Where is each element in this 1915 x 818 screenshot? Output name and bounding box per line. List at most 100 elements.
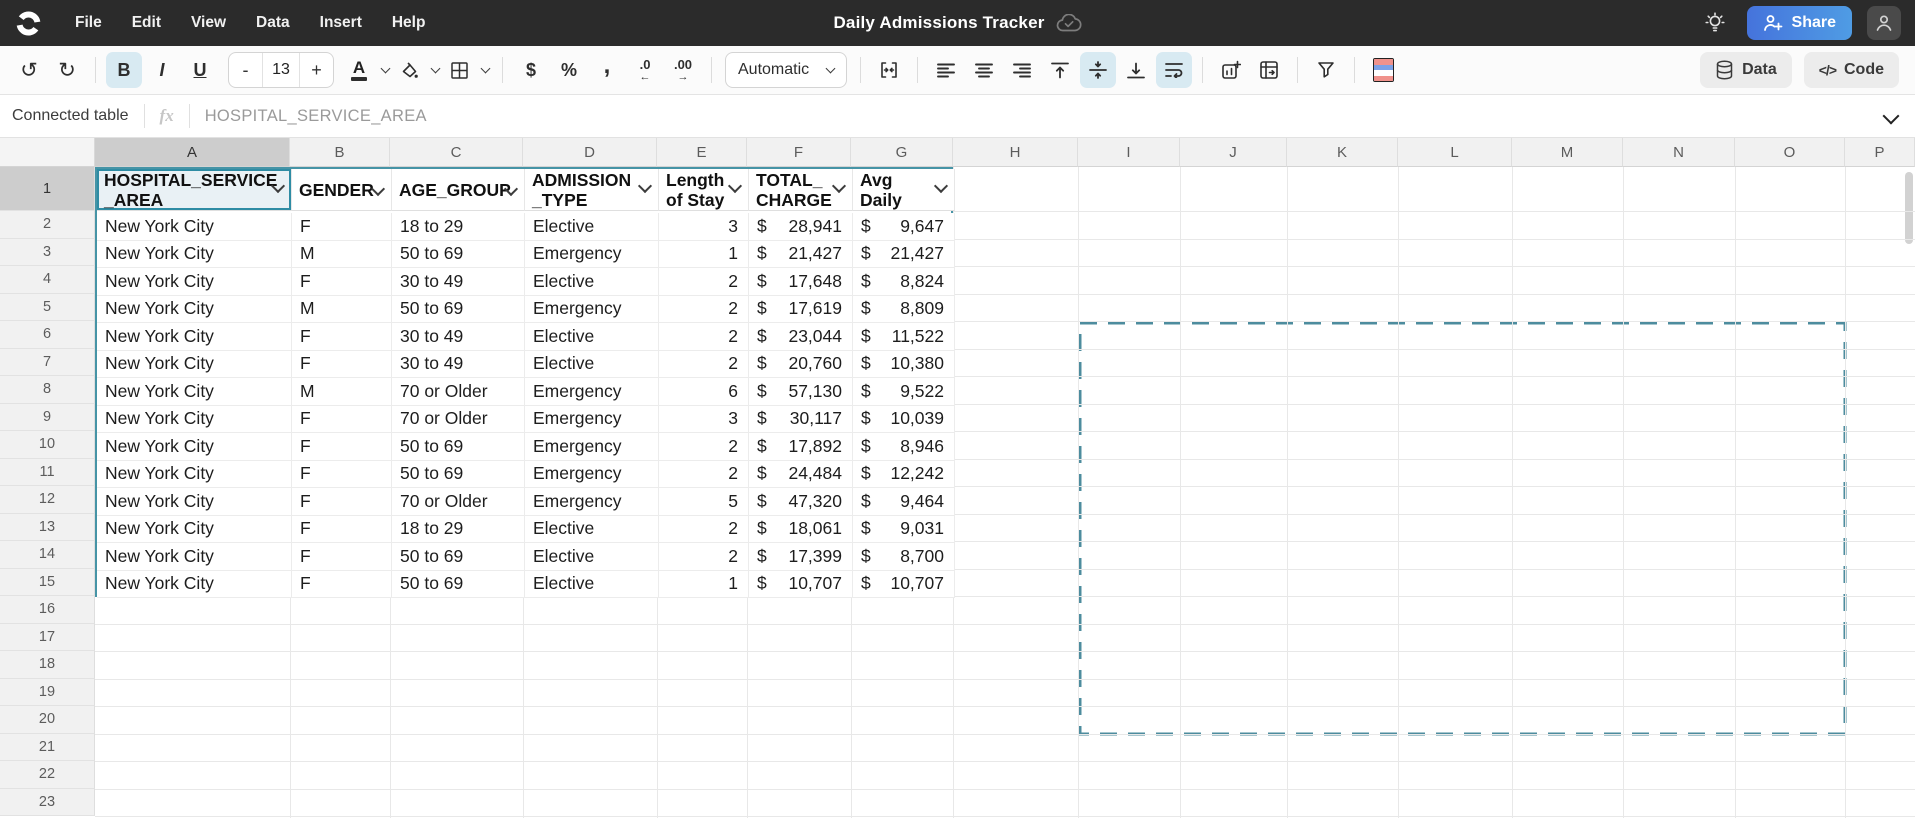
text-wrap-button[interactable]: [1156, 52, 1192, 88]
row-header-9[interactable]: 9: [0, 403, 95, 431]
cell-G3[interactable]: $21,427: [853, 240, 955, 268]
cell-C13[interactable]: 18 to 29: [392, 515, 525, 543]
cell-D13[interactable]: Elective: [525, 515, 659, 543]
column-header-L[interactable]: L: [1398, 138, 1512, 167]
cell-A15[interactable]: New York City: [97, 570, 292, 598]
cell-E12[interactable]: 5: [659, 488, 749, 516]
select-all-corner[interactable]: [0, 138, 95, 167]
cell-E15[interactable]: 1: [659, 570, 749, 598]
table-header-D1[interactable]: ADMISSION _TYPE: [525, 169, 659, 211]
row-header-14[interactable]: 14: [0, 541, 95, 569]
table-header-A1[interactable]: HOSPITAL_SERVICE _AREA: [97, 169, 292, 211]
menu-data[interactable]: Data: [241, 14, 305, 32]
column-header-B[interactable]: B: [290, 138, 390, 167]
cell-G15[interactable]: $10,707: [853, 570, 955, 598]
cell-A8[interactable]: New York City: [97, 378, 292, 406]
cell-G5[interactable]: $8,809: [853, 295, 955, 323]
filter-chevron-icon[interactable]: [933, 178, 949, 194]
redo-button[interactable]: ↻: [49, 52, 85, 88]
currency-format-button[interactable]: $: [513, 52, 549, 88]
fill-color-button[interactable]: [394, 52, 424, 88]
share-button[interactable]: Share: [1746, 6, 1852, 40]
cell-C15[interactable]: 50 to 69: [392, 570, 525, 598]
cell-F2[interactable]: $28,941: [749, 213, 853, 241]
column-header-F[interactable]: F: [747, 138, 851, 167]
cell-F10[interactable]: $17,892: [749, 433, 853, 461]
pivot-table-button[interactable]: [1251, 52, 1287, 88]
cell-A5[interactable]: New York City: [97, 295, 292, 323]
account-avatar-button[interactable]: [1867, 6, 1901, 40]
cell-G8[interactable]: $9,522: [853, 378, 955, 406]
borders-dropdown-icon[interactable]: [475, 52, 493, 88]
menu-insert[interactable]: Insert: [305, 14, 377, 32]
filter-chevron-icon[interactable]: [727, 178, 743, 194]
cell-F4[interactable]: $17,648: [749, 268, 853, 296]
row-header-23[interactable]: 23: [0, 788, 95, 816]
cell-A4[interactable]: New York City: [97, 268, 292, 296]
cell-C9[interactable]: 70 or Older: [392, 405, 525, 433]
table-header-C1[interactable]: AGE_GROUP: [392, 169, 525, 211]
vertical-align-top-button[interactable]: [1042, 52, 1078, 88]
cell-D14[interactable]: Elective: [525, 543, 659, 571]
cell-B10[interactable]: F: [292, 433, 392, 461]
filter-button[interactable]: [1308, 52, 1344, 88]
align-left-button[interactable]: [928, 52, 964, 88]
row-header-7[interactable]: 7: [0, 348, 95, 376]
column-header-A[interactable]: A: [95, 138, 290, 167]
table-header-B1[interactable]: GENDER: [292, 169, 392, 211]
text-color-button[interactable]: A: [344, 52, 374, 88]
cell-D5[interactable]: Emergency: [525, 295, 659, 323]
cell-D9[interactable]: Emergency: [525, 405, 659, 433]
cell-C4[interactable]: 30 to 49: [392, 268, 525, 296]
cell-G2[interactable]: $9,647: [853, 213, 955, 241]
row-header-20[interactable]: 20: [0, 706, 95, 734]
column-header-M[interactable]: M: [1512, 138, 1623, 167]
row-header-1[interactable]: 1: [0, 167, 95, 211]
cell-F7[interactable]: $20,760: [749, 350, 853, 378]
vertical-align-bottom-button[interactable]: [1118, 52, 1154, 88]
cell-E7[interactable]: 2: [659, 350, 749, 378]
cell-G14[interactable]: $8,700: [853, 543, 955, 571]
percent-format-button[interactable]: %: [551, 52, 587, 88]
cell-D11[interactable]: Emergency: [525, 460, 659, 488]
cell-G9[interactable]: $10,039: [853, 405, 955, 433]
cell-B12[interactable]: F: [292, 488, 392, 516]
column-header-I[interactable]: I: [1078, 138, 1180, 167]
cell-E10[interactable]: 2: [659, 433, 749, 461]
cell-E6[interactable]: 2: [659, 323, 749, 351]
cell-C11[interactable]: 50 to 69: [392, 460, 525, 488]
column-header-D[interactable]: D: [523, 138, 657, 167]
column-header-H[interactable]: H: [953, 138, 1078, 167]
cell-D3[interactable]: Emergency: [525, 240, 659, 268]
formula-input[interactable]: HOSPITAL_SERVICE_AREA: [205, 107, 427, 126]
cell-B13[interactable]: F: [292, 515, 392, 543]
cell-F12[interactable]: $47,320: [749, 488, 853, 516]
app-logo-icon[interactable]: [14, 9, 42, 37]
cell-E14[interactable]: 2: [659, 543, 749, 571]
filter-chevron-icon[interactable]: [831, 178, 847, 194]
table-header-F1[interactable]: TOTAL_ CHARGE: [749, 169, 853, 211]
cell-B2[interactable]: F: [292, 213, 392, 241]
cell-F15[interactable]: $10,707: [749, 570, 853, 598]
cell-F13[interactable]: $18,061: [749, 515, 853, 543]
data-panel-button[interactable]: Data: [1700, 52, 1792, 88]
cell-D7[interactable]: Elective: [525, 350, 659, 378]
menu-file[interactable]: File: [60, 14, 117, 32]
column-header-N[interactable]: N: [1623, 138, 1735, 167]
cell-A9[interactable]: New York City: [97, 405, 292, 433]
decrease-decimal-button[interactable]: .0 ←: [627, 52, 663, 88]
number-format-dropdown[interactable]: Automatic: [725, 52, 847, 88]
cell-E4[interactable]: 2: [659, 268, 749, 296]
cell-G7[interactable]: $10,380: [853, 350, 955, 378]
cell-A10[interactable]: New York City: [97, 433, 292, 461]
cell-B4[interactable]: F: [292, 268, 392, 296]
cell-B9[interactable]: F: [292, 405, 392, 433]
cell-F5[interactable]: $17,619: [749, 295, 853, 323]
cell-B8[interactable]: M: [292, 378, 392, 406]
cell-B14[interactable]: F: [292, 543, 392, 571]
column-header-G[interactable]: G: [851, 138, 953, 167]
cell-A7[interactable]: New York City: [97, 350, 292, 378]
filter-chevron-icon[interactable]: [637, 178, 653, 194]
cell-C10[interactable]: 50 to 69: [392, 433, 525, 461]
cell-C3[interactable]: 50 to 69: [392, 240, 525, 268]
